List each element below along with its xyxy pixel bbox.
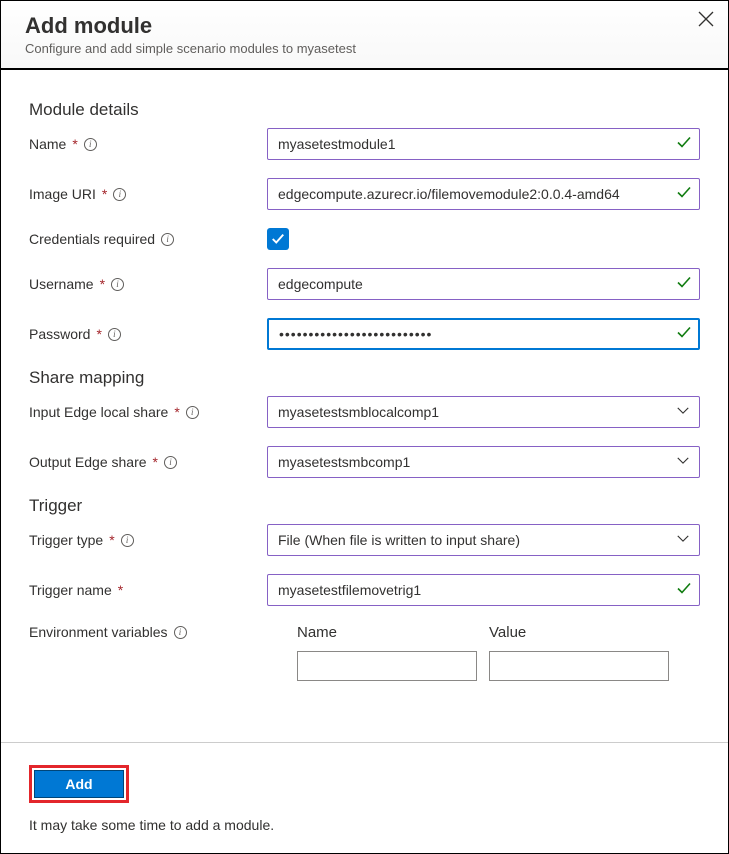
close-button[interactable] [698, 11, 714, 31]
row-password: Password * i [29, 318, 700, 350]
label-trigger-type: Trigger type [29, 532, 103, 548]
add-button-highlight: Add [29, 765, 129, 803]
label-name: Name [29, 136, 66, 152]
footer-note: It may take some time to add a module. [29, 817, 700, 833]
required-marker: * [102, 186, 107, 202]
output-share-select[interactable] [267, 446, 700, 478]
env-value-header: Value [489, 624, 669, 641]
row-trigger-type: Trigger type * i [29, 524, 700, 556]
check-icon [271, 232, 285, 246]
required-marker: * [96, 326, 101, 342]
section-trigger: Trigger [29, 496, 700, 516]
info-icon[interactable]: i [161, 233, 174, 246]
row-image-uri: Image URI * i [29, 178, 700, 210]
label-env: Environment variables [29, 624, 168, 640]
row-credentials-required: Credentials required i [29, 228, 700, 250]
add-module-panel: Add module Configure and add simple scen… [0, 0, 729, 854]
label-output-share: Output Edge share [29, 454, 147, 470]
password-input[interactable] [267, 318, 700, 350]
required-marker: * [153, 454, 158, 470]
input-share-select[interactable] [267, 396, 700, 428]
username-input[interactable] [267, 268, 700, 300]
row-trigger-name: Trigger name * [29, 574, 700, 606]
add-button[interactable]: Add [34, 770, 124, 798]
image-uri-input[interactable] [267, 178, 700, 210]
required-marker: * [72, 136, 77, 152]
info-icon[interactable]: i [164, 456, 177, 469]
label-input-share: Input Edge local share [29, 404, 168, 420]
row-output-share: Output Edge share * i [29, 446, 700, 478]
required-marker: * [174, 404, 179, 420]
row-environment-variables: Environment variables i Name Value [29, 624, 700, 681]
required-marker: * [118, 582, 123, 598]
panel-footer: Add It may take some time to add a modul… [1, 742, 728, 853]
info-icon[interactable]: i [186, 406, 199, 419]
required-marker: * [100, 276, 105, 292]
row-input-share: Input Edge local share * i [29, 396, 700, 428]
name-input[interactable] [267, 128, 700, 160]
info-icon[interactable]: i [174, 626, 187, 639]
env-name-header: Name [297, 624, 477, 641]
panel-subtitle: Configure and add simple scenario module… [25, 41, 704, 56]
label-image-uri: Image URI [29, 186, 96, 202]
trigger-name-input[interactable] [267, 574, 700, 606]
env-value-input[interactable] [489, 651, 669, 681]
section-module-details: Module details [29, 100, 700, 120]
panel-header: Add module Configure and add simple scen… [1, 1, 728, 70]
row-name: Name * i [29, 128, 700, 160]
info-icon[interactable]: i [108, 328, 121, 341]
label-username: Username [29, 276, 94, 292]
info-icon[interactable]: i [113, 188, 126, 201]
section-share-mapping: Share mapping [29, 368, 700, 388]
close-icon [698, 11, 714, 27]
credentials-checkbox[interactable] [267, 228, 289, 250]
info-icon[interactable]: i [84, 138, 97, 151]
trigger-type-select[interactable] [267, 524, 700, 556]
required-marker: * [109, 532, 114, 548]
label-trigger-name: Trigger name [29, 582, 112, 598]
env-name-input[interactable] [297, 651, 477, 681]
row-username: Username * i [29, 268, 700, 300]
info-icon[interactable]: i [111, 278, 124, 291]
label-password: Password [29, 326, 90, 342]
panel-title: Add module [25, 13, 704, 39]
panel-body: Module details Name * i Image URI * i [1, 70, 728, 742]
label-credentials: Credentials required [29, 231, 155, 247]
info-icon[interactable]: i [121, 534, 134, 547]
